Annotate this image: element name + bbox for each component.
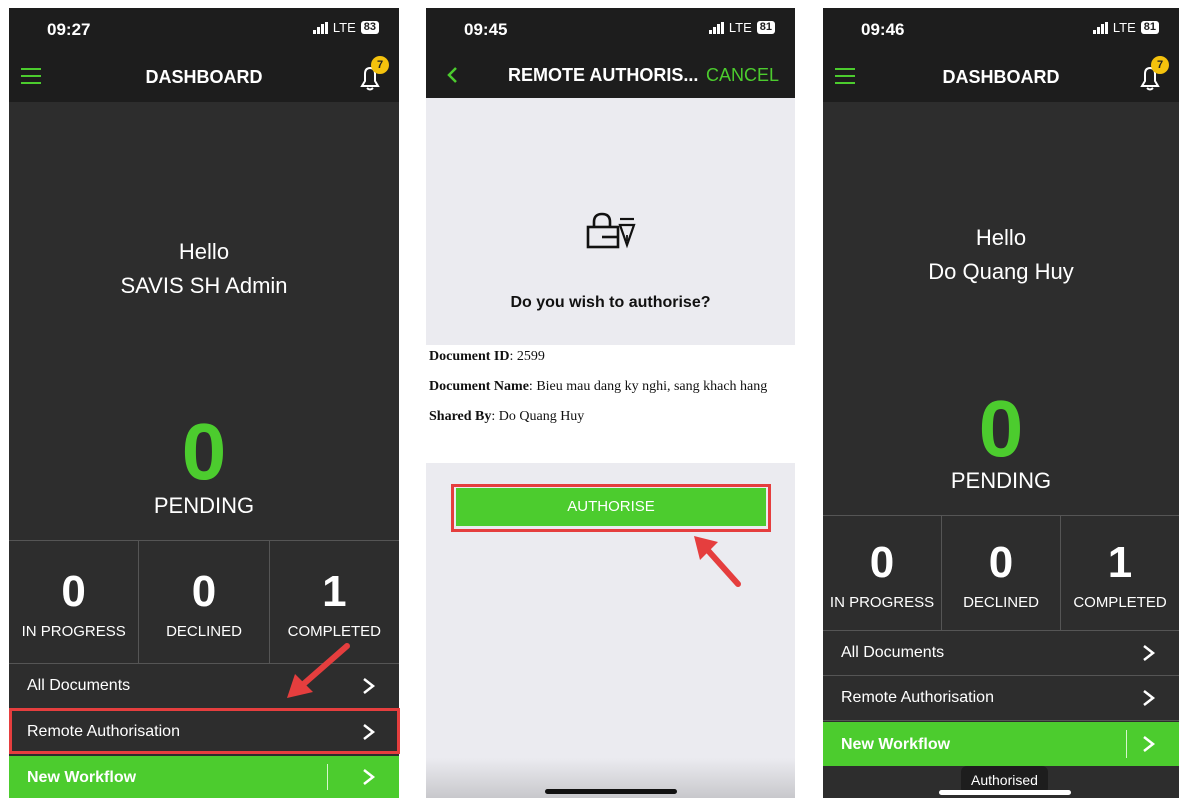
stat-label: COMPLETED <box>1073 594 1167 611</box>
stat-label: IN PROGRESS <box>21 623 126 640</box>
remote-authorisation-row[interactable]: Remote Authorisation <box>823 676 1179 721</box>
notification-bell-icon[interactable]: 7 <box>353 56 389 94</box>
shared-by-value: Do Quang Huy <box>498 409 585 424</box>
stat-count: 0 <box>869 538 895 587</box>
page-title: REMOTE AUTHORIS... <box>508 65 699 85</box>
notification-bell-icon[interactable]: 7 <box>1133 56 1169 94</box>
stat-label: IN PROGRESS <box>829 594 935 611</box>
notification-count-badge: 7 <box>371 56 389 74</box>
document-id-value: 2599 <box>516 349 545 364</box>
signal-indicator: LTE 81 <box>1092 20 1159 35</box>
stat-label: DECLINED <box>963 594 1039 611</box>
pending-label: PENDING <box>153 493 255 518</box>
status-bar: 09:27 LTE 83 <box>9 8 399 52</box>
stat-in-progress[interactable]: 0 IN PROGRESS <box>823 516 942 630</box>
pending-count: 0 <box>181 407 227 496</box>
stats-grid: 0 IN PROGRESS 0 DECLINED 1 COMPLETED <box>823 515 1179 631</box>
notification-count-badge: 7 <box>1151 56 1169 74</box>
row-label: All Documents <box>841 644 945 661</box>
new-workflow-button[interactable]: New Workflow <box>823 722 1179 766</box>
stat-count: 0 <box>61 567 86 616</box>
battery-icon: 81 <box>1140 21 1159 34</box>
shared-by-line: Shared By: Do Quang Huy <box>429 409 585 424</box>
battery-icon: 81 <box>756 21 775 34</box>
stat-count: 1 <box>322 567 347 616</box>
new-workflow-label: New Workflow <box>27 769 137 786</box>
highlight-box <box>451 484 771 532</box>
pointer-arrow-icon <box>287 643 350 698</box>
remote-authorisation-screen: 09:45 LTE 81 REMOTE AUTHORIS... CANCEL D… <box>426 8 795 798</box>
battery-icon: 83 <box>360 21 379 34</box>
status-time: 09:27 <box>47 20 91 39</box>
chevron-right-icon <box>363 769 376 785</box>
stat-declined[interactable]: 0 DECLINED <box>942 516 1061 630</box>
highlight-box <box>9 708 400 754</box>
stat-in-progress[interactable]: 0 IN PROGRESS <box>9 541 140 663</box>
authorise-question: Do you wish to authorise? <box>510 294 711 311</box>
document-details: Document ID: 2599 Document Name: Bieu ma… <box>426 345 795 463</box>
status-bar: 09:45 LTE 81 <box>426 8 795 52</box>
stat-declined[interactable]: 0 DECLINED <box>139 541 270 663</box>
signal-bars-icon <box>708 21 724 34</box>
stat-count: 0 <box>191 567 217 616</box>
network-label: LTE <box>728 20 752 35</box>
nav-bar: REMOTE AUTHORIS... CANCEL <box>426 52 795 98</box>
new-workflow-button[interactable]: New Workflow <box>9 756 399 798</box>
greeting-hello: Hello <box>178 239 230 264</box>
stat-label: COMPLETED <box>287 623 381 640</box>
divider <box>1126 730 1127 758</box>
back-chevron-icon[interactable] <box>446 66 458 84</box>
chevron-right-icon <box>1143 690 1156 706</box>
lock-pen-icon <box>586 212 636 249</box>
authorise-prompt: Do you wish to authorise? <box>426 98 795 345</box>
signal-indicator: LTE 83 <box>312 20 379 35</box>
network-label: LTE <box>332 20 356 35</box>
network-label: LTE <box>1112 20 1136 35</box>
pending-label: PENDING <box>950 468 1052 493</box>
greeting-user: SAVIS SH Admin <box>120 273 288 298</box>
stat-completed[interactable]: 1 COMPLETED <box>1061 516 1179 630</box>
all-documents-row[interactable]: All Documents <box>823 631 1179 676</box>
greeting-user: Do Quang Huy <box>928 259 1074 284</box>
chevron-right-icon <box>1143 645 1156 661</box>
home-indicator <box>545 789 677 794</box>
chevron-right-icon <box>363 678 376 694</box>
signal-bars-icon <box>312 21 328 34</box>
divider <box>327 764 328 790</box>
signal-indicator: LTE 81 <box>708 20 775 35</box>
nav-bar: DASHBOARD 7 <box>9 52 399 102</box>
new-workflow-label: New Workflow <box>841 736 951 753</box>
page-title: DASHBOARD <box>145 67 263 87</box>
status-time: 09:45 <box>464 20 508 39</box>
cancel-button[interactable]: CANCEL <box>706 65 779 86</box>
stat-label: DECLINED <box>166 623 242 640</box>
row-label: All Documents <box>27 677 131 694</box>
pending-count: 0 <box>978 384 1024 473</box>
stat-count: 0 <box>988 538 1014 587</box>
document-name-line: Document Name: Bieu mau dang ky nghi, sa… <box>429 379 768 394</box>
status-bar: 09:46 LTE 81 <box>823 8 1179 52</box>
nav-bar: DASHBOARD 7 <box>823 52 1179 102</box>
row-label: Remote Authorisation <box>841 689 994 706</box>
status-time: 09:46 <box>861 20 905 39</box>
greeting-hello: Hello <box>975 225 1027 250</box>
document-name-value: Bieu mau dang ky nghi, sang khach hang <box>536 379 768 394</box>
signal-bars-icon <box>1092 21 1108 34</box>
chevron-right-icon <box>1143 736 1156 752</box>
pointer-arrow-icon <box>694 536 741 587</box>
document-id-line: Document ID: 2599 <box>429 349 545 364</box>
dashboard-screen-2: 09:46 LTE 81 DASHBOARD 7 Hello Do Quang … <box>823 8 1179 798</box>
home-indicator <box>939 790 1071 795</box>
page-title: DASHBOARD <box>942 67 1060 87</box>
stat-count: 1 <box>1107 538 1133 587</box>
